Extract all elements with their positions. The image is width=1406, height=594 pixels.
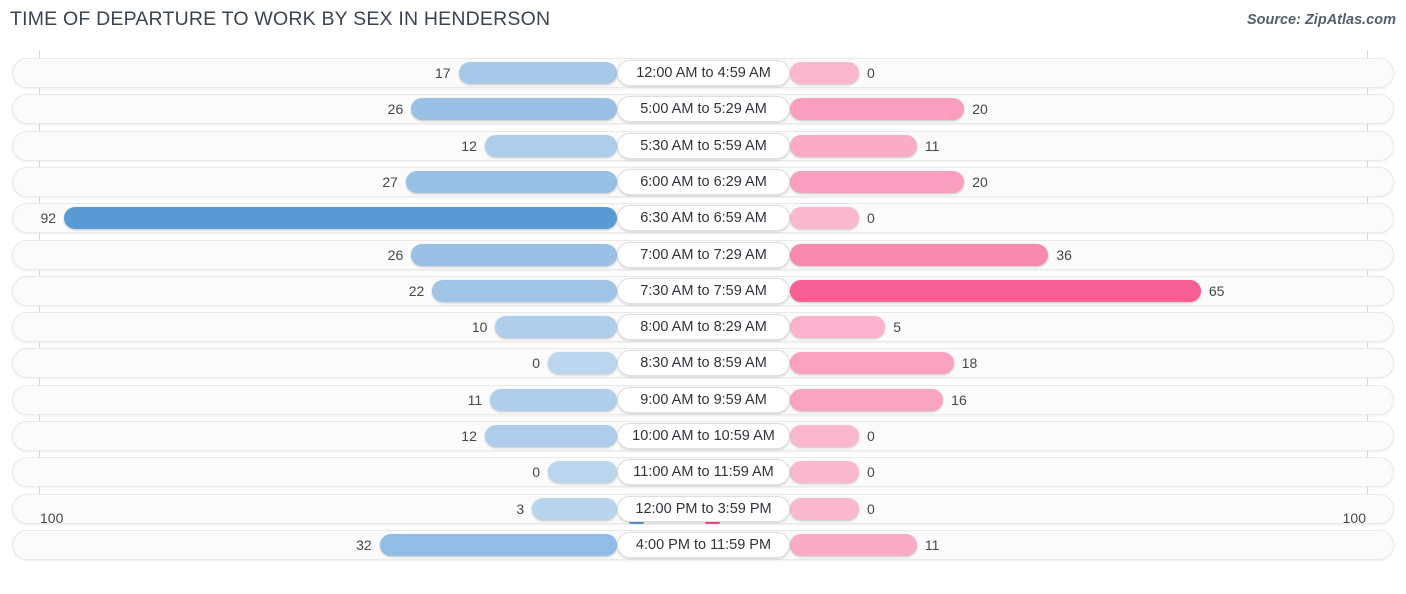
bar-male[interactable] [432, 279, 617, 302]
category-label: 8:00 AM to 8:29 AM [617, 314, 790, 341]
category-label: 9:00 AM to 9:59 AM [617, 386, 790, 413]
value-label-male: 12 [461, 137, 477, 154]
bar-male[interactable] [495, 316, 617, 339]
value-label-male: 0 [532, 355, 540, 372]
category-label: 6:30 AM to 6:59 AM [617, 205, 790, 232]
value-label-male: 10 [471, 319, 488, 336]
value-label-female: 36 [1056, 246, 1072, 263]
value-label-male: 12 [461, 428, 477, 444]
bar-male[interactable] [548, 461, 617, 484]
value-label-female: 5 [893, 319, 902, 336]
value-label-female: 0 [867, 210, 875, 227]
bar-male[interactable] [458, 62, 617, 84]
bar-male[interactable] [405, 170, 617, 193]
category-label: 12:00 PM to 3:59 PM [617, 495, 790, 522]
bar-male[interactable] [490, 388, 617, 411]
bar-female[interactable] [790, 243, 1049, 266]
bar-male[interactable] [411, 243, 617, 266]
bar-female[interactable] [790, 62, 859, 84]
value-label-female: 18 [961, 355, 978, 372]
bar-female[interactable] [790, 425, 859, 447]
category-label: 12:00 AM to 4:59 AM [617, 60, 790, 86]
category-label: 5:00 AM to 5:29 AM [617, 96, 790, 123]
value-label-female: 20 [972, 101, 988, 118]
category-label: 8:30 AM to 8:59 AM [617, 350, 790, 377]
value-label-male: 26 [387, 246, 404, 263]
bar-female[interactable] [790, 533, 917, 556]
value-label-male: 27 [382, 173, 398, 190]
bar-female[interactable] [790, 352, 954, 375]
value-label-male: 26 [387, 101, 404, 118]
value-label-male: 22 [408, 282, 425, 299]
value-label-female: 16 [951, 391, 967, 408]
bar-female[interactable] [790, 134, 917, 157]
chart-plot-area: 17 0 12:00 AM to 4:59 AM 26 20 5:00 AM to 5:2… [0, 50, 1406, 560]
bar-male[interactable] [411, 98, 617, 121]
bar-male[interactable] [484, 425, 617, 447]
bar-male[interactable] [548, 352, 617, 375]
category-label: 7:00 AM to 7:29 AM [617, 241, 790, 268]
value-label-female: 11 [924, 137, 940, 154]
page-title: TIME OF DEPARTURE TO WORK BY SEX IN HEND… [10, 8, 551, 30]
value-label-female: 11 [924, 536, 940, 553]
category-label: 11:00 AM to 11:59 AM [617, 459, 790, 486]
bar-male[interactable] [379, 533, 617, 556]
category-label: 4:00 PM to 11:59 PM [617, 531, 790, 558]
value-label-female: 20 [972, 173, 988, 190]
value-label-male: 32 [356, 536, 372, 553]
category-label: 10:00 AM to 10:59 AM [617, 423, 790, 449]
category-label: 6:00 AM to 6:29 AM [617, 168, 790, 195]
category-label: 5:30 AM to 5:59 AM [617, 132, 790, 159]
bar-female[interactable] [790, 461, 859, 484]
value-label-female: 0 [867, 464, 875, 481]
chart-page: TIME OF DEPARTURE TO WORK BY SEX IN HEND… [0, 0, 1406, 594]
value-label-male: 0 [532, 464, 540, 481]
bar-female[interactable] [790, 207, 859, 230]
value-label-female: 0 [867, 428, 875, 444]
bar-female[interactable] [790, 98, 965, 121]
value-label-female: 65 [1208, 282, 1225, 299]
bar-female[interactable] [790, 279, 1201, 302]
source-attribution: Source: ZipAtlas.com [1246, 12, 1396, 28]
value-label-male: 11 [467, 391, 483, 408]
value-label-male: 92 [40, 210, 57, 227]
bar-female[interactable] [790, 388, 944, 411]
bar-male[interactable] [64, 207, 617, 230]
category-label: 7:30 AM to 7:59 AM [617, 277, 790, 304]
bar-female[interactable] [790, 316, 886, 339]
bar-male[interactable] [484, 134, 617, 157]
value-label-female: 0 [867, 65, 875, 81]
value-label-male: 17 [435, 65, 451, 81]
bar-female[interactable] [790, 170, 965, 193]
